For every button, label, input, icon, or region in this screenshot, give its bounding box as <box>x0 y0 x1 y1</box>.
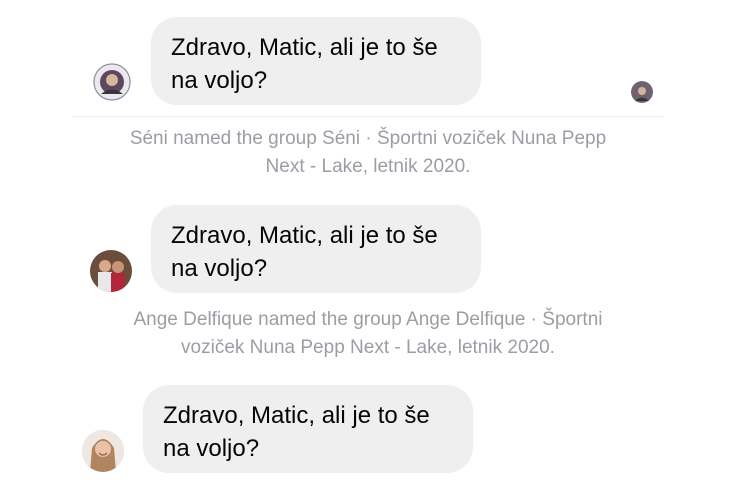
avatar-photo-icon <box>90 250 132 292</box>
read-receipt-avatar <box>631 81 653 103</box>
avatar-photo-icon <box>93 63 131 101</box>
sender-avatar-2[interactable] <box>90 250 132 292</box>
divider <box>72 116 664 117</box>
read-receipt-icon <box>631 81 653 103</box>
group-rename-notice-2: Ange Delfique named the group Ange Delfi… <box>133 309 603 358</box>
group-rename-notice-1: Séni named the group Séni · Športni vozi… <box>129 128 607 177</box>
avatar-photo-icon <box>82 430 124 472</box>
message-bubble-2[interactable]: Zdravo, Matic, ali je to še na voljo? <box>151 205 481 293</box>
message-bubble-1[interactable]: Zdravo, Matic, ali je to še na voljo? <box>151 17 481 105</box>
sender-avatar-3[interactable] <box>82 430 124 472</box>
sender-avatar-1[interactable] <box>93 63 131 101</box>
message-bubble-3[interactable]: Zdravo, Matic, ali je to še na voljo? <box>143 385 473 473</box>
